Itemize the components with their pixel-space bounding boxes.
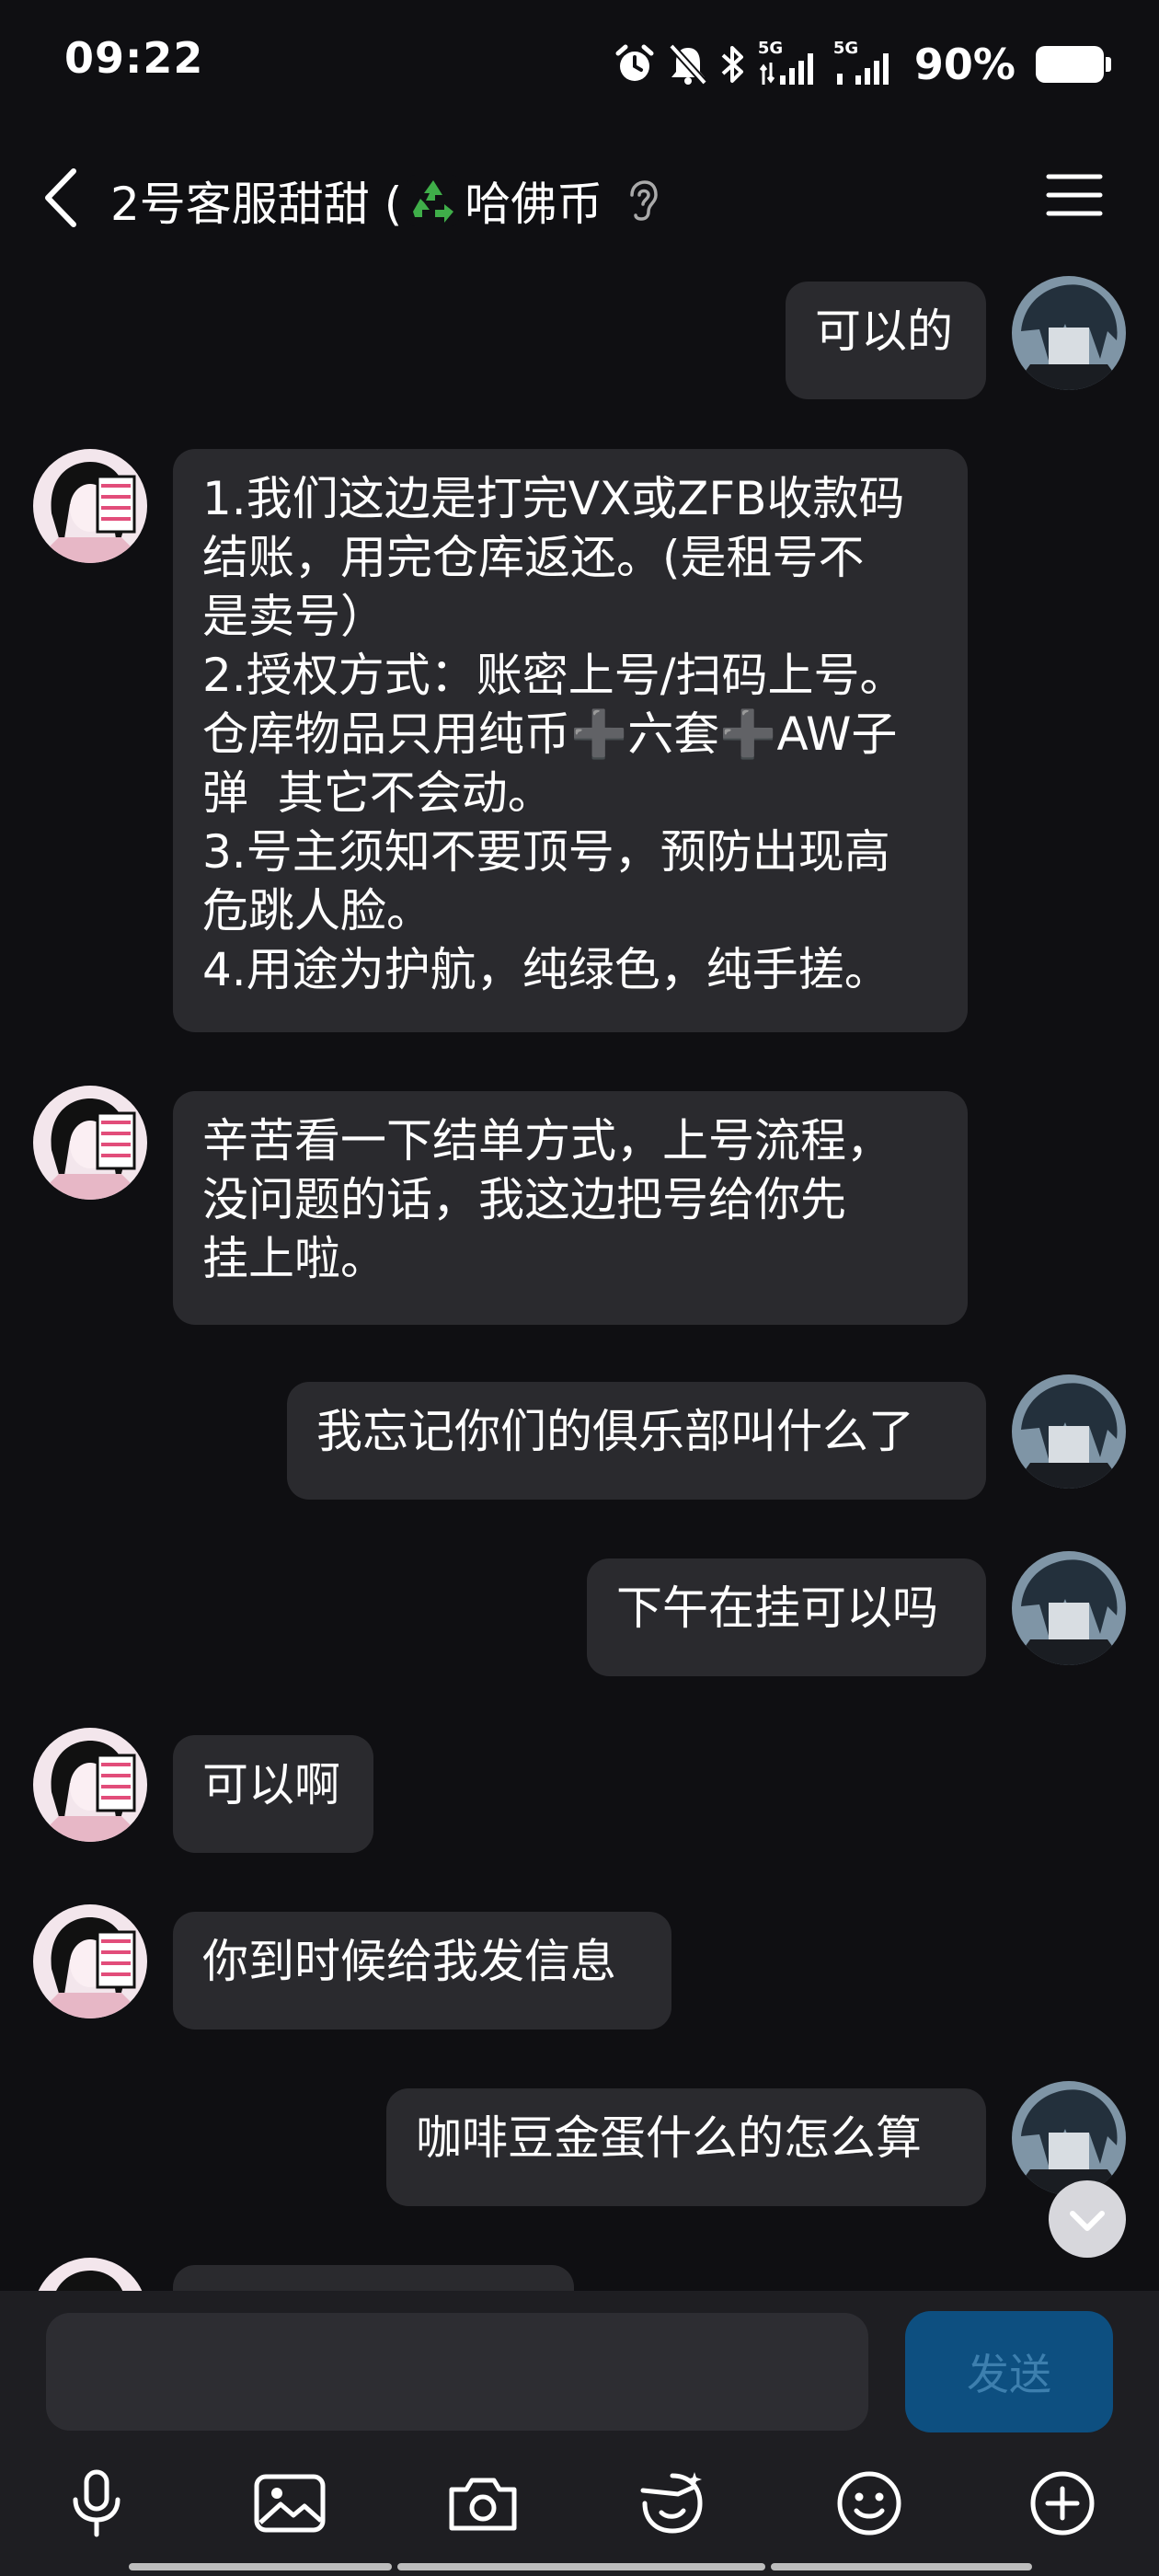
battery-icon — [1036, 46, 1111, 83]
home-indicator — [129, 2563, 392, 2570]
avatar[interactable] — [33, 449, 147, 563]
send-button[interactable]: 发送 — [905, 2311, 1113, 2432]
back-icon[interactable] — [39, 166, 85, 230]
avatar[interactable] — [1012, 1551, 1126, 1665]
signal-icon: 5G — [758, 39, 822, 86]
mute-icon — [668, 43, 707, 86]
avatar[interactable] — [33, 2258, 147, 2291]
composer-toolbar — [0, 2462, 1159, 2545]
image-icon[interactable] — [248, 2462, 331, 2545]
avatar[interactable] — [1012, 2081, 1126, 2195]
home-indicator — [397, 2563, 765, 2570]
status-icons: 5G 5G 90% — [613, 37, 1111, 92]
message-row: 你到时候给我发信息 — [0, 1904, 1159, 2030]
message-row: 下午在挂可以吗 — [0, 1551, 1159, 1676]
message-bubble[interactable]: 下午在挂可以吗 — [587, 1558, 986, 1676]
menu-icon[interactable] — [1045, 169, 1104, 221]
recycle-icon — [407, 175, 460, 226]
message-row: 1.我们这边是打完VX或ZFB收款码 结账，用完仓库返还。(是租号不 是卖号） … — [0, 449, 1159, 1038]
chat-title-suffix: 哈佛币 — [465, 178, 603, 231]
avatar[interactable] — [33, 1728, 147, 1842]
message-row: 辛苦看一下结单方式，上号流程， 没问题的话，我这边把号给你先 挂上啦。 — [0, 1086, 1159, 1325]
sticker-icon[interactable] — [631, 2462, 714, 2545]
message-bubble[interactable]: 可以的 — [786, 282, 986, 399]
avatar[interactable] — [33, 1086, 147, 1200]
signal-icon: 5G — [833, 39, 898, 86]
message-list[interactable]: 可以的 1.我们这边是打完VX或ZFB收款码 结账，用完仓库返还。(是租号不 是… — [0, 258, 1159, 2291]
scroll-to-bottom-button[interactable] — [1049, 2180, 1126, 2258]
home-indicator — [771, 2563, 1032, 2570]
status-time: 09:22 — [64, 33, 204, 83]
avatar[interactable] — [1012, 1374, 1126, 1489]
message-row — [0, 2258, 1159, 2291]
message-row: 可以啊 — [0, 1728, 1159, 1853]
composer: 发送 — [0, 2291, 1159, 2576]
message-bubble[interactable]: 咖啡豆金蛋什么的怎么算 — [386, 2088, 986, 2206]
microphone-icon[interactable] — [55, 2462, 138, 2545]
status-bar: 09:22 5G 5G 90% — [0, 0, 1159, 129]
message-bubble[interactable]: 1.我们这边是打完VX或ZFB收款码 结账，用完仓库返还。(是租号不 是卖号） … — [173, 449, 968, 1032]
message-row: 咖啡豆金蛋什么的怎么算 — [0, 2081, 1159, 2206]
avatar[interactable] — [1012, 276, 1126, 390]
avatar[interactable] — [33, 1904, 147, 2018]
message-input[interactable] — [46, 2313, 868, 2431]
message-bubble[interactable]: 辛苦看一下结单方式，上号流程， 没问题的话，我这边把号给你先 挂上啦。 — [173, 1091, 968, 1325]
alarm-icon — [615, 44, 654, 81]
message-bubble[interactable] — [173, 2265, 574, 2291]
message-row: 我忘记你们的俱乐部叫什么了 — [0, 1374, 1159, 1500]
chevron-down-icon — [1070, 2211, 1105, 2231]
plus-icon[interactable] — [1021, 2462, 1104, 2545]
bluetooth-icon — [721, 46, 743, 83]
ear-icon — [630, 180, 658, 221]
chat-header: 2号客服甜甜 ( 哈佛币 — [0, 147, 1159, 248]
chat-title-prefix: 2号客服甜甜 ( — [110, 178, 403, 231]
message-row: 可以的 — [0, 267, 1159, 399]
message-bubble[interactable]: 我忘记你们的俱乐部叫什么了 — [287, 1382, 986, 1500]
message-bubble[interactable]: 你到时候给我发信息 — [173, 1912, 671, 2030]
battery-percentage: 90% — [913, 40, 1016, 89]
message-bubble[interactable]: 可以啊 — [173, 1735, 373, 1853]
camera-icon[interactable] — [442, 2462, 524, 2545]
emoji-icon[interactable] — [828, 2462, 911, 2545]
chat-title[interactable]: 2号客服甜甜 ( 哈佛币 — [110, 167, 661, 234]
